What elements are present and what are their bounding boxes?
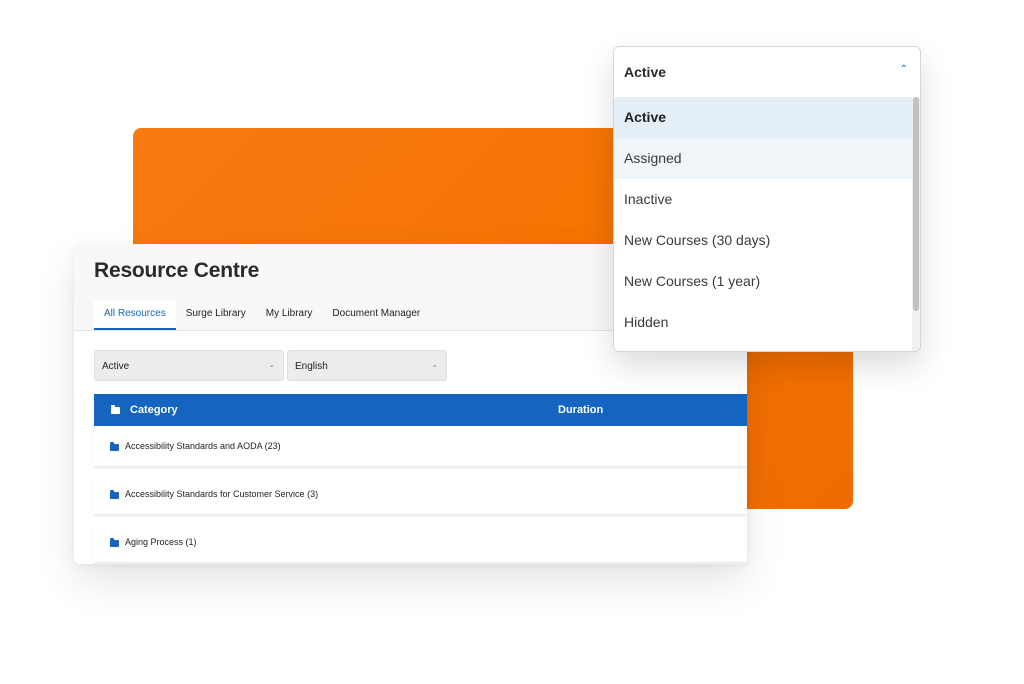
dropdown-trigger[interactable]: Active ⌃ <box>614 47 920 98</box>
chevron-down-icon: ⌄ <box>431 360 438 369</box>
language-select-value: English <box>295 361 328 372</box>
dropdown-option-active[interactable]: Active <box>614 97 912 138</box>
folder-icon <box>111 405 120 414</box>
tab-document-manager[interactable]: Document Manager <box>322 301 430 330</box>
dropdown-options: Active Assigned Inactive New Courses (30… <box>614 97 912 343</box>
folder-icon <box>110 442 119 451</box>
chevron-down-icon: ⌄ <box>268 360 275 369</box>
column-header-category[interactable]: Category <box>130 404 178 416</box>
dropdown-option-inactive[interactable]: Inactive <box>614 179 912 220</box>
scrollbar-thumb[interactable] <box>913 97 919 311</box>
dropdown-scrollbar[interactable] <box>912 97 920 351</box>
tab-my-library[interactable]: My Library <box>256 301 323 330</box>
tab-surge-library[interactable]: Surge Library <box>176 301 256 330</box>
table-header: Category Duration <box>94 394 747 426</box>
status-select[interactable]: Active ⌄ <box>94 350 284 381</box>
dropdown-selected-value: Active <box>624 64 667 80</box>
table-row[interactable]: Accessibility Standards for Customer Ser… <box>94 474 747 515</box>
category-label: Accessibility Standards for Customer Ser… <box>125 489 319 499</box>
table-row[interactable]: Aging Process (1) <box>94 522 747 563</box>
folder-icon <box>110 538 119 547</box>
folder-icon <box>110 490 119 499</box>
page-title: Resource Centre <box>94 259 260 282</box>
category-label: Aging Process (1) <box>125 537 197 547</box>
dropdown-option-hidden[interactable]: Hidden <box>614 302 912 343</box>
category-label: Accessibility Standards and AODA (23) <box>125 441 281 451</box>
status-dropdown[interactable]: Active ⌃ Active Assigned Inactive New Co… <box>613 46 921 352</box>
language-select[interactable]: English ⌄ <box>287 350 447 381</box>
status-select-value: Active <box>102 361 130 372</box>
dropdown-option-new-courses-30-days[interactable]: New Courses (30 days) <box>614 220 912 261</box>
table-row[interactable]: Accessibility Standards and AODA (23) <box>94 426 747 467</box>
tab-all-resources[interactable]: All Resources <box>94 301 176 330</box>
filter-bar: Active ⌄ English ⌄ <box>94 350 447 381</box>
column-header-duration[interactable]: Duration <box>558 404 603 416</box>
chevron-up-icon: ⌃ <box>899 64 908 75</box>
dropdown-option-assigned[interactable]: Assigned <box>614 138 912 179</box>
tab-bar: All Resources Surge Library My Library D… <box>94 301 430 330</box>
dropdown-option-new-courses-1-year[interactable]: New Courses (1 year) <box>614 261 912 302</box>
